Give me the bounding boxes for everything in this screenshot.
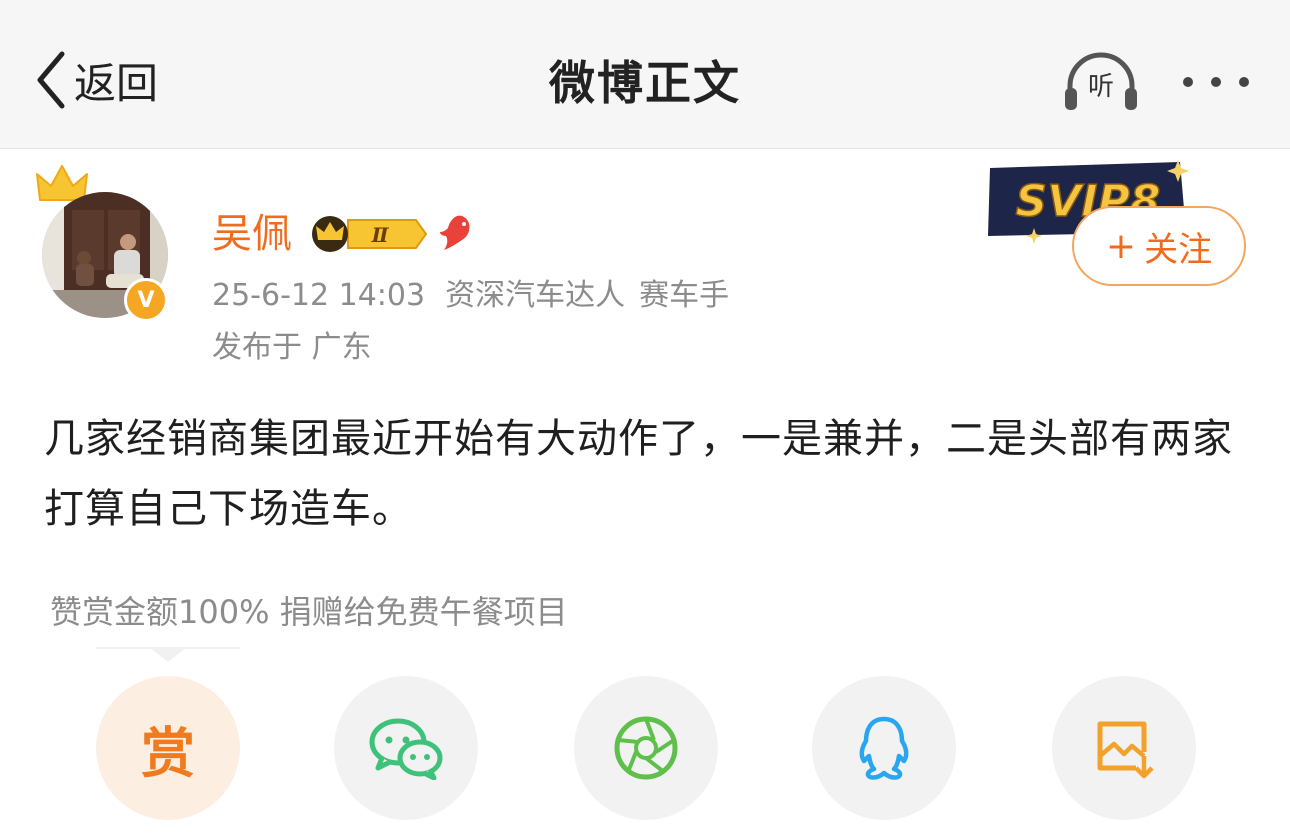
share-wechat-button[interactable]: [334, 676, 478, 820]
camera-aperture-icon: [614, 716, 678, 780]
koi-fish-icon: [440, 215, 470, 250]
listen-label: 听: [1087, 72, 1114, 102]
author-tag: 赛车手: [639, 278, 730, 313]
author-tag: 资深汽车达人: [445, 278, 626, 313]
more-dots-icon: [1183, 77, 1249, 87]
top-navigation-bar: 返回 微博正文 听: [0, 0, 1290, 149]
post-location: 发布于 广东: [212, 330, 372, 365]
member-level-badge: Ⅱ: [312, 216, 428, 252]
plus-icon: +: [1105, 225, 1137, 267]
reward-button[interactable]: 赏: [96, 676, 240, 820]
reward-pointer-arrow: [96, 647, 240, 662]
follow-button[interactable]: + 关注: [1072, 206, 1246, 286]
verified-badge: V: [124, 278, 168, 322]
follow-label: 关注: [1144, 229, 1213, 270]
reward-label: 赏: [141, 721, 195, 785]
more-options-button[interactable]: [1178, 62, 1254, 102]
level-badge-text: Ⅱ: [371, 223, 390, 247]
listen-button[interactable]: 听: [1062, 52, 1140, 114]
save-image-icon: [1097, 721, 1154, 779]
author-name[interactable]: 吴佩: [212, 208, 292, 260]
post-text: 几家经销商集团最近开始有大动作了，一是兼并，二是头部有两家打算自己下场造车。: [44, 416, 1233, 532]
wechat-icon: [369, 718, 443, 780]
verified-mark: V: [137, 287, 155, 313]
post-meta: 25-6-12 14:03 资深汽车达人 赛车手: [212, 276, 729, 316]
share-moments-button[interactable]: [574, 676, 718, 820]
qq-penguin-icon: [859, 716, 909, 780]
post-datetime: 25-6-12 14:03: [212, 278, 426, 313]
share-qq-button[interactable]: [812, 676, 956, 820]
save-image-button[interactable]: [1052, 676, 1196, 820]
reward-note: 赞赏金额100% 捐赠给免费午餐项目: [50, 593, 568, 631]
